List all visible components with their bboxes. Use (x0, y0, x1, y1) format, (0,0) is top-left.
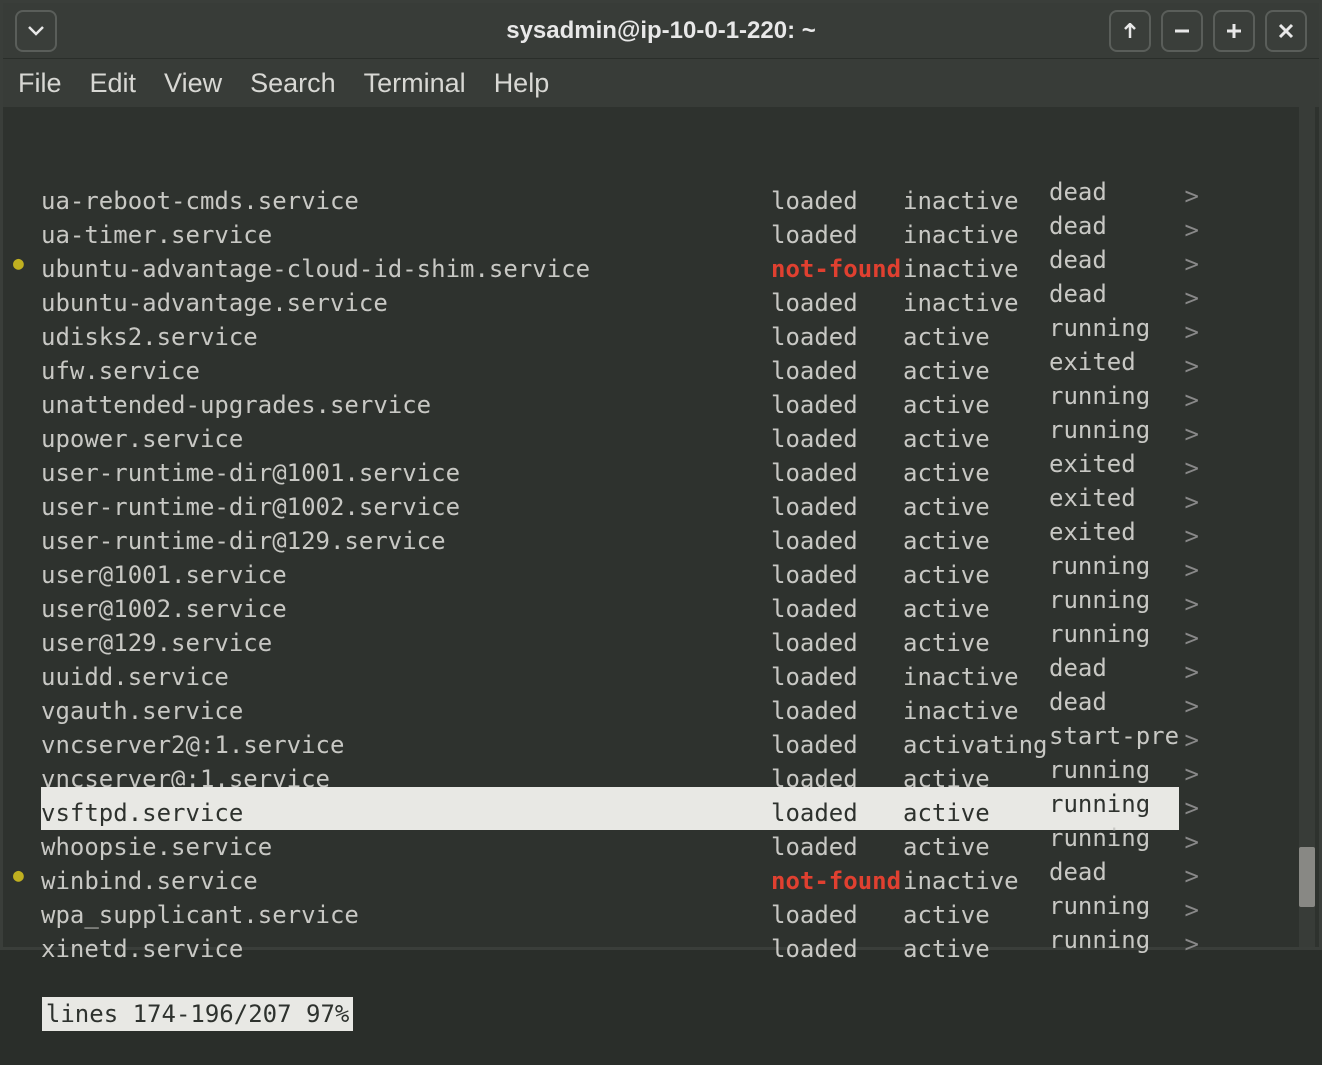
minimize-button[interactable] (1161, 10, 1203, 52)
service-sub: start-pre (1049, 719, 1179, 753)
service-sub: dead (1049, 651, 1179, 685)
chevron-down-icon (28, 26, 44, 36)
service-load: loaded (771, 932, 903, 966)
menu-file[interactable]: File (18, 68, 62, 99)
menubar: File Edit View Search Terminal Help (3, 59, 1319, 107)
service-sub: dead (1049, 685, 1179, 719)
close-button[interactable] (1265, 10, 1307, 52)
maximize-button[interactable] (1213, 10, 1255, 52)
service-sub: running (1049, 583, 1179, 617)
minimize-icon (1174, 29, 1190, 33)
line-truncation-icon: > (1179, 825, 1199, 859)
service-sub: dead (1049, 209, 1179, 243)
line-truncation-icon: > (1179, 519, 1199, 553)
line-truncation-icon: > (1179, 723, 1199, 757)
service-sub: dead (1049, 855, 1179, 889)
line-truncation-icon: > (1179, 485, 1199, 519)
service-sub: running (1049, 549, 1179, 583)
line-truncation-icon: > (1179, 213, 1199, 247)
service-line: xinetd.serviceloadedactiverunning (41, 923, 1179, 966)
terminal-output[interactable]: ua-reboot-cmds.serviceloadedinactivedead… (3, 107, 1319, 947)
service-sub: running (1049, 311, 1179, 345)
line-truncation-icon: > (1179, 621, 1199, 655)
line-truncation-icon: > (1179, 587, 1199, 621)
line-truncation-icon: > (1179, 655, 1199, 689)
service-sub: exited (1049, 481, 1179, 515)
status-bullet-icon: ● (13, 859, 41, 893)
service-sub: dead (1049, 175, 1179, 209)
service-name: xinetd.service (41, 932, 771, 966)
menu-search[interactable]: Search (250, 68, 336, 99)
scroll-up-button[interactable] (1109, 10, 1151, 52)
arrow-up-icon (1123, 23, 1137, 39)
window-title: sysadmin@ip-10-0-1-220: ~ (506, 17, 816, 45)
line-truncation-icon: > (1179, 383, 1199, 417)
menu-view[interactable]: View (164, 68, 222, 99)
service-sub: exited (1049, 515, 1179, 549)
pager-status-line: lines 174-196/207 97% (42, 997, 353, 1031)
status-bullet-icon: ● (13, 247, 41, 281)
menu-terminal[interactable]: Terminal (364, 68, 466, 99)
window-menu-button[interactable] (15, 10, 57, 52)
service-sub: running (1049, 379, 1179, 413)
service-sub: running (1049, 753, 1179, 787)
service-sub: exited (1049, 345, 1179, 379)
menu-edit[interactable]: Edit (90, 68, 137, 99)
line-truncation-icon: > (1179, 349, 1199, 383)
scrollbar-thumb[interactable] (1299, 847, 1315, 907)
line-truncation-icon: > (1179, 859, 1199, 893)
service-active: active (903, 932, 1049, 966)
line-truncation-icon: > (1179, 247, 1199, 281)
service-sub: running (1049, 413, 1179, 447)
line-truncation-icon: > (1179, 451, 1199, 485)
service-sub: dead (1049, 243, 1179, 277)
line-truncation-icon: > (1179, 893, 1199, 927)
line-truncation-icon: > (1179, 791, 1199, 825)
menu-help[interactable]: Help (494, 68, 550, 99)
line-truncation-icon: > (1179, 315, 1199, 349)
line-truncation-icon: > (1179, 417, 1199, 451)
scrollbar[interactable] (1299, 107, 1315, 947)
line-truncation-icon: > (1179, 553, 1199, 587)
service-sub: exited (1049, 447, 1179, 481)
line-truncation-icon: > (1179, 757, 1199, 791)
line-truncation-icon: > (1179, 927, 1199, 961)
service-sub: running (1049, 923, 1179, 957)
service-sub: running (1049, 889, 1179, 923)
line-truncation-icon: > (1179, 281, 1199, 315)
service-sub: running (1049, 617, 1179, 651)
service-sub: running (1049, 821, 1179, 855)
service-row: xinetd.serviceloadedactiverunning> (13, 927, 1319, 961)
plus-icon (1226, 23, 1242, 39)
service-sub: dead (1049, 277, 1179, 311)
close-icon (1278, 23, 1294, 39)
titlebar: sysadmin@ip-10-0-1-220: ~ (3, 3, 1319, 59)
line-truncation-icon: > (1179, 689, 1199, 723)
line-truncation-icon: > (1179, 179, 1199, 213)
service-sub: running (1049, 787, 1179, 821)
